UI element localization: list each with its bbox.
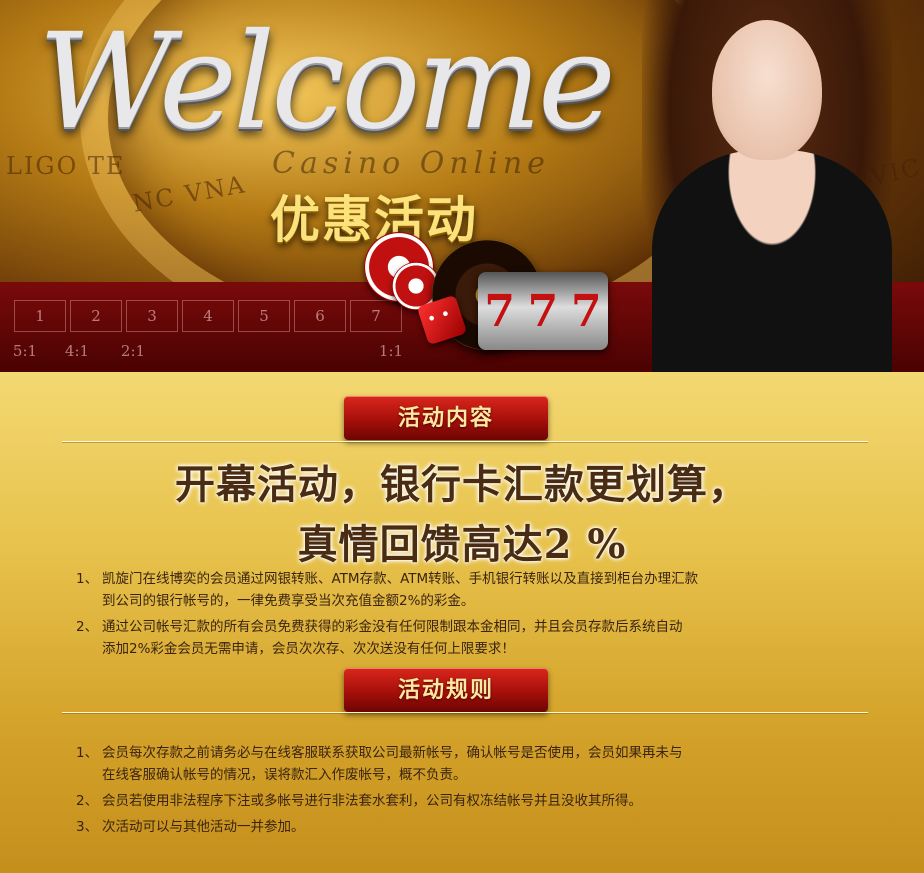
table-number: 3 <box>126 300 178 332</box>
welcome-banner: LIGO TE NC VNA FVIC 1 2 3 4 5 6 7 5:1 4:… <box>0 0 924 372</box>
list-number: 1、 <box>76 571 99 587</box>
list-text-continued: 到公司的银行帐号的，一律免费享受当次充值金额2%的彩金。 <box>102 593 475 609</box>
list-item: 1、 凯旋门在线博奕的会员通过网银转账、ATM存款、ATM转账、手机银行转账以及直… <box>76 568 866 612</box>
list-text: 凯旋门在线博奕的会员通过网银转账、ATM存款、ATM转账、手机银行转账以及直接到… <box>102 571 699 587</box>
list-item: 3、 次活动可以与其他活动一并参加。 <box>76 816 866 838</box>
divider <box>62 712 868 713</box>
promo-content: 活动内容 开幕活动，银行卡汇款更划算， 真情回馈高达2 % 1、 凯旋门在线博奕的… <box>0 372 924 873</box>
divider <box>62 441 868 442</box>
slot-machine-icon: 7 7 7 <box>478 272 608 350</box>
slot-symbol: 7 <box>527 285 559 337</box>
casino-online-subtitle: Casino Online <box>272 146 550 181</box>
model-body <box>652 150 892 372</box>
section-heading-activity-rules: 活动规则 <box>344 668 548 712</box>
list-item: 2、 会员若使用非法程序下注或多帐号进行非法套水套利，公司有权冻结帐号并且没收其所… <box>76 790 866 812</box>
table-number: 5 <box>238 300 290 332</box>
list-text-continued: 在线客服确认帐号的情况，误将款汇入作废帐号，概不负责。 <box>102 767 467 783</box>
list-number: 2、 <box>76 619 99 635</box>
headline-line-1: 开幕活动，银行卡汇款更划算， <box>175 461 749 508</box>
table-number: 6 <box>294 300 346 332</box>
table-odds: 5:1 <box>12 342 38 360</box>
list-number: 3、 <box>76 819 99 835</box>
list-text-continued: 添加2%彩金会员无需申请，会员次次存、次次送没有任何上限要求！ <box>102 641 515 657</box>
list-number: 2、 <box>76 793 99 809</box>
list-item: 1、 会员每次存款之前请务必与在线客服联系获取公司最新帐号，确认帐号是否使用，会员… <box>76 742 866 786</box>
model-photo <box>612 0 924 372</box>
table-number: 2 <box>70 300 122 332</box>
table-number: 1 <box>14 300 66 332</box>
list-item: 2、 通过公司帐号汇款的所有会员免费获得的彩金没有任何限制跟本金相同，并且会员存款… <box>76 616 866 660</box>
list-text: 会员每次存款之前请务必与在线客服联系获取公司最新帐号，确认帐号是否使用，会员如果… <box>102 745 683 761</box>
section-heading-activity-content: 活动内容 <box>344 396 548 440</box>
model-face <box>712 20 822 160</box>
list-text: 次活动可以与其他活动一并参加。 <box>102 819 305 835</box>
table-odds: 1:1 <box>378 342 404 360</box>
list-text: 通过公司帐号汇款的所有会员免费获得的彩金没有任何限制跟本金相同，并且会员存款后系… <box>102 619 683 635</box>
table-number: 4 <box>182 300 234 332</box>
list-number: 1、 <box>76 745 99 761</box>
table-odds: 2:1 <box>120 342 146 360</box>
table-odds: 4:1 <box>64 342 90 360</box>
slot-symbol: 7 <box>571 285 602 337</box>
welcome-title: Welcome <box>38 5 616 159</box>
list-text: 会员若使用非法程序下注或多帐号进行非法套水套利，公司有权冻结帐号并且没收其所得。 <box>102 793 642 809</box>
table-number: 7 <box>350 300 402 332</box>
slot-symbol: 7 <box>484 285 515 337</box>
headline-line-2: 真情回馈高达2 % <box>297 521 627 568</box>
